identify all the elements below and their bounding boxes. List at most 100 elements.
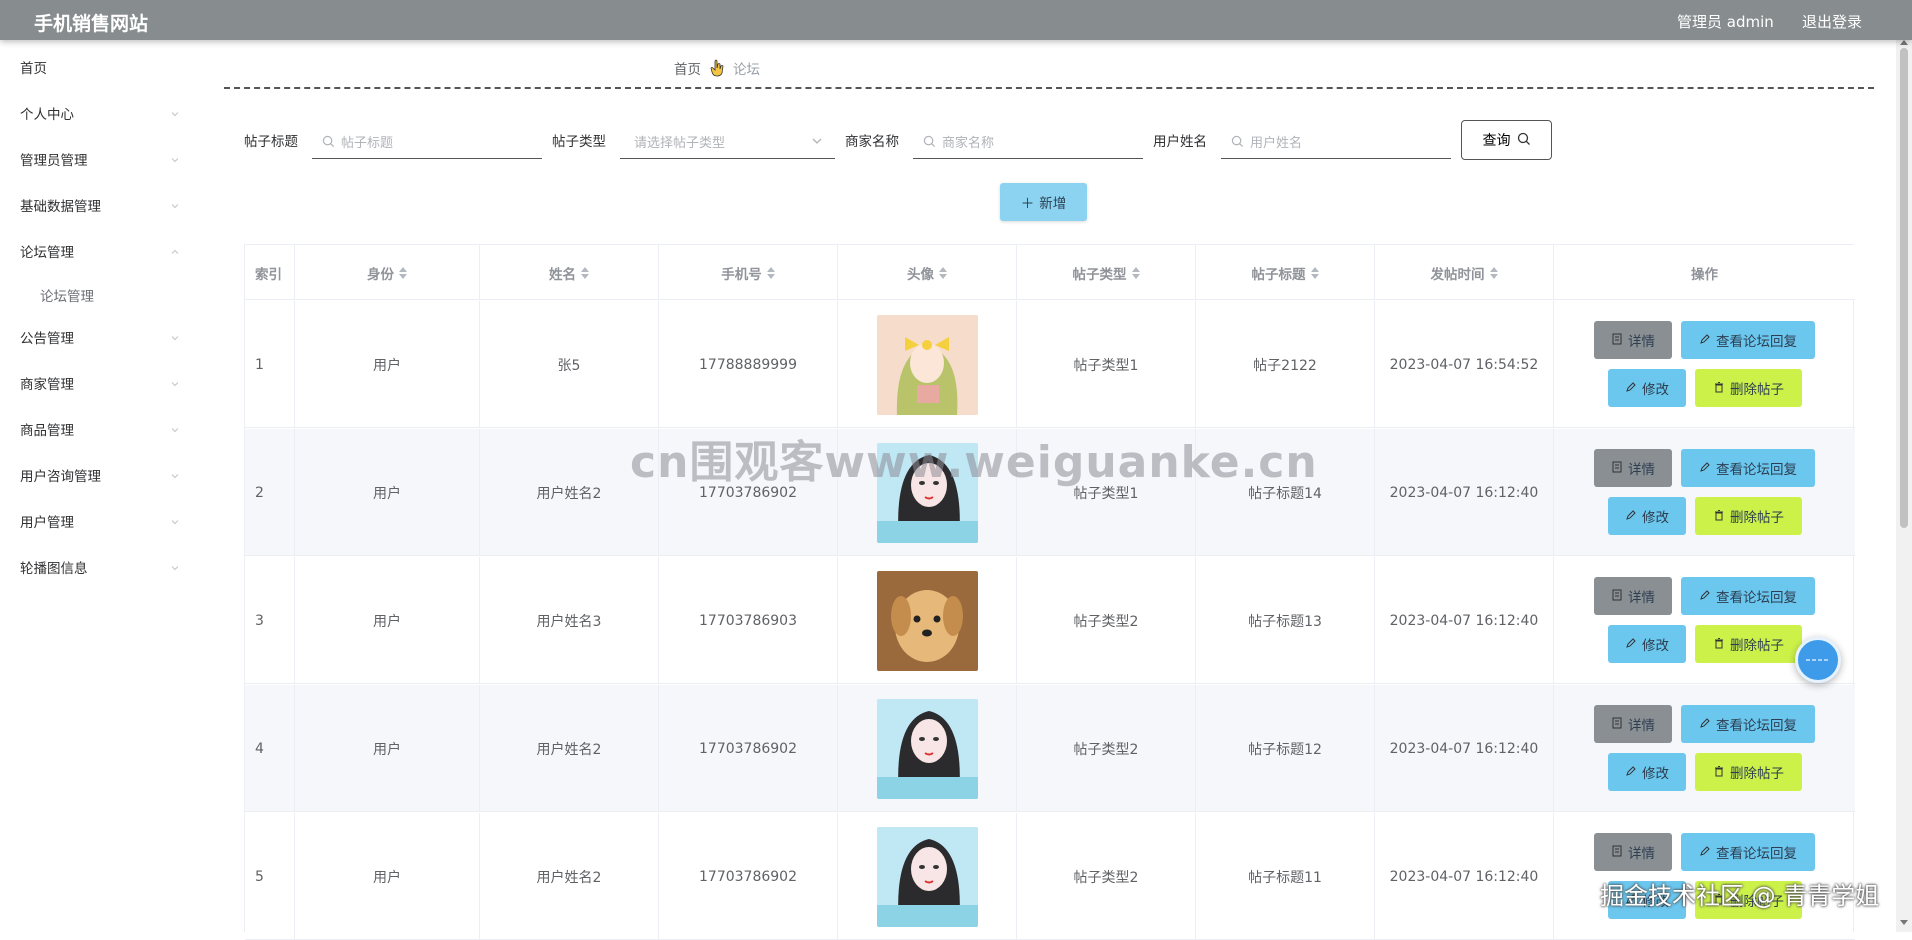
chevron-down-icon — [170, 153, 180, 163]
detail-button[interactable]: 详情 — [1594, 577, 1672, 615]
search-icon — [1231, 135, 1244, 148]
view-replies-button[interactable]: 查看论坛回复 — [1681, 705, 1815, 743]
detail-button-label: 详情 — [1628, 334, 1655, 349]
edit-button[interactable]: 修改 — [1608, 497, 1686, 535]
column-header-label: 帖子类型 — [1072, 266, 1127, 283]
column-header-name[interactable]: 姓名 — [480, 245, 659, 300]
merchant-search-input[interactable]: 商家名称 — [913, 124, 1143, 159]
scroll-thumb[interactable] — [1900, 48, 1908, 528]
avatar[interactable] — [876, 314, 978, 415]
query-button[interactable]: 查询 — [1461, 120, 1552, 160]
column-header-label: 操作 — [1691, 266, 1718, 283]
sidebar-item-label: 用户管理 — [20, 515, 74, 531]
trash-icon — [1713, 509, 1725, 524]
cell-name: 用户姓名2 — [480, 813, 659, 940]
delete-post-button[interactable]: 删除帖子 — [1695, 625, 1802, 663]
sidebar-item-label: 基础数据管理 — [20, 199, 101, 215]
sidebar-item-merchant-mgmt[interactable]: 商家管理 — [20, 368, 180, 398]
scrollbar[interactable] — [1896, 40, 1912, 932]
logout-button[interactable]: 退出登录 — [1802, 11, 1862, 32]
sort-icon[interactable] — [1489, 266, 1498, 279]
sidebar-item-base-data-mgmt[interactable]: 基础数据管理 — [20, 190, 180, 220]
add-button[interactable]: ＋ 新增 — [1000, 183, 1087, 221]
delete-post-button-label: 删除帖子 — [1730, 510, 1784, 525]
sort-icon[interactable] — [766, 266, 775, 279]
edit-button[interactable]: 修改 — [1608, 369, 1686, 407]
avatar[interactable] — [876, 698, 978, 799]
column-header-label: 手机号 — [721, 266, 762, 283]
search-icon — [322, 135, 335, 148]
cell-actions: 详情 查看论坛回复修改 删除帖子 — [1554, 301, 1855, 428]
sort-icon[interactable] — [1310, 266, 1319, 279]
cell-identity: 用户 — [295, 813, 480, 940]
sidebar-item-home[interactable]: 首页 — [20, 52, 180, 82]
cell-time: 2023-04-07 16:12:40 — [1375, 557, 1554, 684]
detail-button[interactable]: 详情 — [1594, 321, 1672, 359]
column-header-time[interactable]: 发帖时间 — [1375, 245, 1554, 300]
delete-post-button[interactable]: 删除帖子 — [1695, 497, 1802, 535]
view-replies-button[interactable]: 查看论坛回复 — [1681, 833, 1815, 871]
cell-index: 5 — [245, 813, 295, 940]
sort-icon[interactable] — [939, 266, 947, 279]
sidebar-item-label: 商家管理 — [20, 377, 74, 393]
table-row: 1 用户 张5 17788889999 帖子类型1 帖子2122 2023-04-07 16… — [245, 301, 1855, 428]
user-search-input[interactable]: 用户姓名 — [1221, 124, 1451, 159]
query-label: 查询 — [1482, 132, 1511, 148]
sort-icon[interactable] — [399, 266, 407, 279]
delete-post-button[interactable]: 删除帖子 — [1695, 753, 1802, 791]
sidebar-item-forum-mgmt[interactable]: 论坛管理 — [20, 236, 180, 266]
merchant-placeholder: 商家名称 — [942, 135, 995, 151]
scroll-up-arrow[interactable] — [1900, 40, 1908, 45]
column-header-avatar[interactable]: 头像 — [838, 245, 1017, 300]
sidebar-item-personal-center[interactable]: 个人中心 — [20, 98, 180, 128]
edit-button-label: 修改 — [1642, 766, 1669, 781]
chevron-down-icon — [170, 561, 180, 571]
sidebar-subitem-forum-mgmt[interactable]: 论坛管理 — [40, 280, 180, 310]
cell-avatar — [838, 301, 1017, 428]
sidebar-item-label: 首页 — [20, 61, 47, 77]
detail-button[interactable]: 详情 — [1594, 705, 1672, 743]
sidebar-item-notice-mgmt[interactable]: 公告管理 — [20, 322, 180, 352]
delete-post-button[interactable]: 删除帖子 — [1695, 369, 1802, 407]
sidebar-item-goods-mgmt[interactable]: 商品管理 — [20, 414, 180, 444]
column-header-type[interactable]: 帖子类型 — [1017, 245, 1196, 300]
search-icon — [923, 135, 936, 148]
sidebar: 首页个人中心管理员管理基础数据管理论坛管理公告管理商家管理商品管理用户咨询管理用… — [0, 40, 190, 932]
title-placeholder: 帖子标题 — [341, 135, 394, 151]
column-header-identity[interactable]: 身份 — [295, 245, 480, 300]
view-replies-button[interactable]: 查看论坛回复 — [1681, 577, 1815, 615]
type-select[interactable]: 请选择帖子类型 — [620, 124, 835, 159]
avatar[interactable] — [876, 570, 978, 671]
type-placeholder: 请选择帖子类型 — [634, 135, 726, 151]
cell-actions: 详情 查看论坛回复修改 删除帖子 — [1554, 429, 1855, 556]
sidebar-item-admin-mgmt[interactable]: 管理员管理 — [20, 144, 180, 174]
pencil-icon — [1699, 461, 1711, 476]
detail-button[interactable]: 详情 — [1594, 833, 1672, 871]
breadcrumb-current: 论坛 — [733, 62, 760, 78]
edit-button[interactable]: 修改 — [1608, 753, 1686, 791]
sort-icon[interactable] — [581, 266, 589, 279]
sidebar-item-user-mgmt[interactable]: 用户管理 — [20, 506, 180, 536]
title-search-input[interactable]: 帖子标题 — [312, 124, 542, 159]
pencil-icon — [1699, 333, 1711, 348]
view-replies-button[interactable]: 查看论坛回复 — [1681, 449, 1815, 487]
avatar[interactable] — [876, 826, 978, 927]
edit-button[interactable]: 修改 — [1608, 625, 1686, 663]
pencil-icon — [1625, 381, 1637, 396]
view-replies-button[interactable]: 查看论坛回复 — [1681, 321, 1815, 359]
top-bar: 手机销售网站 管理员 admin 退出登录 — [0, 0, 1912, 40]
sort-icon[interactable] — [1131, 266, 1140, 279]
table-row: 3 用户 用户姓名3 17703786903 帖子类型2 帖子标题13 2023-04-07… — [245, 557, 1855, 684]
scroll-down-arrow[interactable] — [1900, 920, 1908, 925]
sidebar-item-consult-mgmt[interactable]: 用户咨询管理 — [20, 460, 180, 490]
breadcrumb-home[interactable]: 首页 — [674, 58, 701, 78]
column-header-phone[interactable]: 手机号 — [659, 245, 838, 300]
cell-name: 用户姓名2 — [480, 685, 659, 812]
sidebar-item-label: 公告管理 — [20, 331, 74, 347]
cell-type: 帖子类型2 — [1017, 557, 1196, 684]
detail-button[interactable]: 详情 — [1594, 449, 1672, 487]
column-header-title[interactable]: 帖子标题 — [1196, 245, 1375, 300]
sidebar-item-carousel-info[interactable]: 轮播图信息 — [20, 552, 180, 582]
chevron-down-icon — [170, 107, 180, 117]
floating-action-button[interactable] — [1795, 637, 1841, 683]
